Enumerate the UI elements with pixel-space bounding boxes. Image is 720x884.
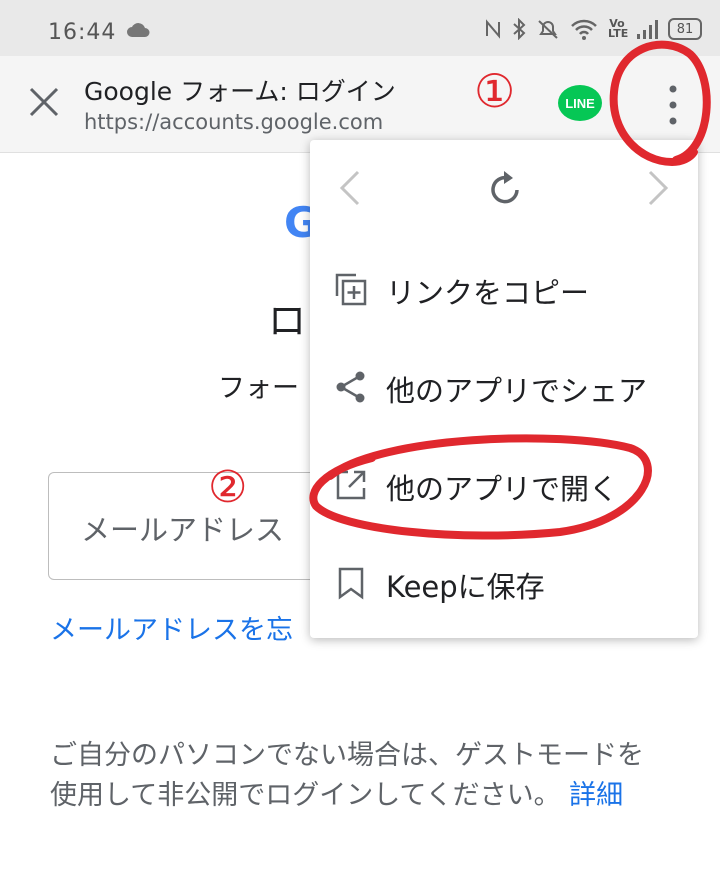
menu-item-label: 他のアプリでシェア (386, 374, 648, 408)
menu-item-share[interactable]: 他のアプリでシェア (310, 340, 698, 436)
bluetooth-icon (513, 18, 526, 40)
overflow-menu: リンクをコピー 他のアプリでシェア 他のアプリで開く Keepに保存 (310, 140, 698, 638)
battery-level: 81 (676, 21, 694, 37)
guest-mode-notice: ご自分のパソコンでない場合は、ゲストモードを使用して非公開でログインしてください… (50, 736, 650, 816)
signal-icon (637, 20, 658, 39)
nfc-icon (486, 19, 500, 39)
reload-icon[interactable] (486, 168, 524, 208)
status-icons: Vo LTE 81 (484, 18, 702, 40)
status-bar: 16:44 Vo LTE 81 (0, 0, 720, 56)
annotation-marker-2: ② (208, 462, 248, 513)
line-label: LINE (565, 96, 595, 111)
wifi-icon (571, 19, 597, 40)
menu-item-open-in-other-app[interactable]: 他のアプリで開く (310, 438, 698, 534)
page-title-bar: Google フォーム: ログイン (84, 77, 396, 106)
open-external-icon (336, 470, 366, 500)
menu-item-save-to-keep[interactable]: Keepに保存 (310, 536, 698, 632)
login-heading: ロ (268, 299, 307, 343)
status-time: 16:44 (48, 20, 117, 45)
details-link[interactable]: 詳細 (569, 780, 623, 811)
annotation-marker-1: ① (474, 64, 516, 118)
mute-icon (538, 20, 558, 39)
share-icon (336, 371, 365, 403)
menu-item-label: Keepに保存 (386, 570, 545, 604)
volte-icon: Vo LTE (608, 17, 629, 40)
close-icon[interactable] (28, 86, 60, 118)
menu-item-copy-link[interactable]: リンクをコピー (310, 242, 698, 338)
battery-icon: 81 (668, 18, 702, 40)
cloud-icon (127, 23, 150, 37)
guest-mode-text: ご自分のパソコンでない場合は、ゲストモードを使用して非公開でログインしてください… (50, 740, 644, 811)
menu-item-label: 他のアプリで開く (386, 472, 619, 506)
email-placeholder: メールアドレス (81, 513, 285, 547)
more-options-icon[interactable] (662, 82, 684, 128)
bookmark-icon (338, 567, 364, 600)
custom-tab-toolbar: Google フォーム: ログイン https://accounts.googl… (0, 56, 720, 153)
back-icon[interactable] (338, 168, 362, 208)
forgot-email-link[interactable]: メールアドレスを忘 (50, 608, 293, 647)
login-subtitle: フォー (218, 373, 299, 404)
menu-nav-row (310, 140, 698, 238)
copy-link-icon (335, 273, 367, 306)
forward-icon[interactable] (646, 168, 670, 208)
line-app-icon[interactable]: LINE (557, 82, 603, 128)
menu-item-label: リンクをコピー (386, 276, 590, 310)
url-text: https://accounts.google.com (84, 110, 384, 134)
